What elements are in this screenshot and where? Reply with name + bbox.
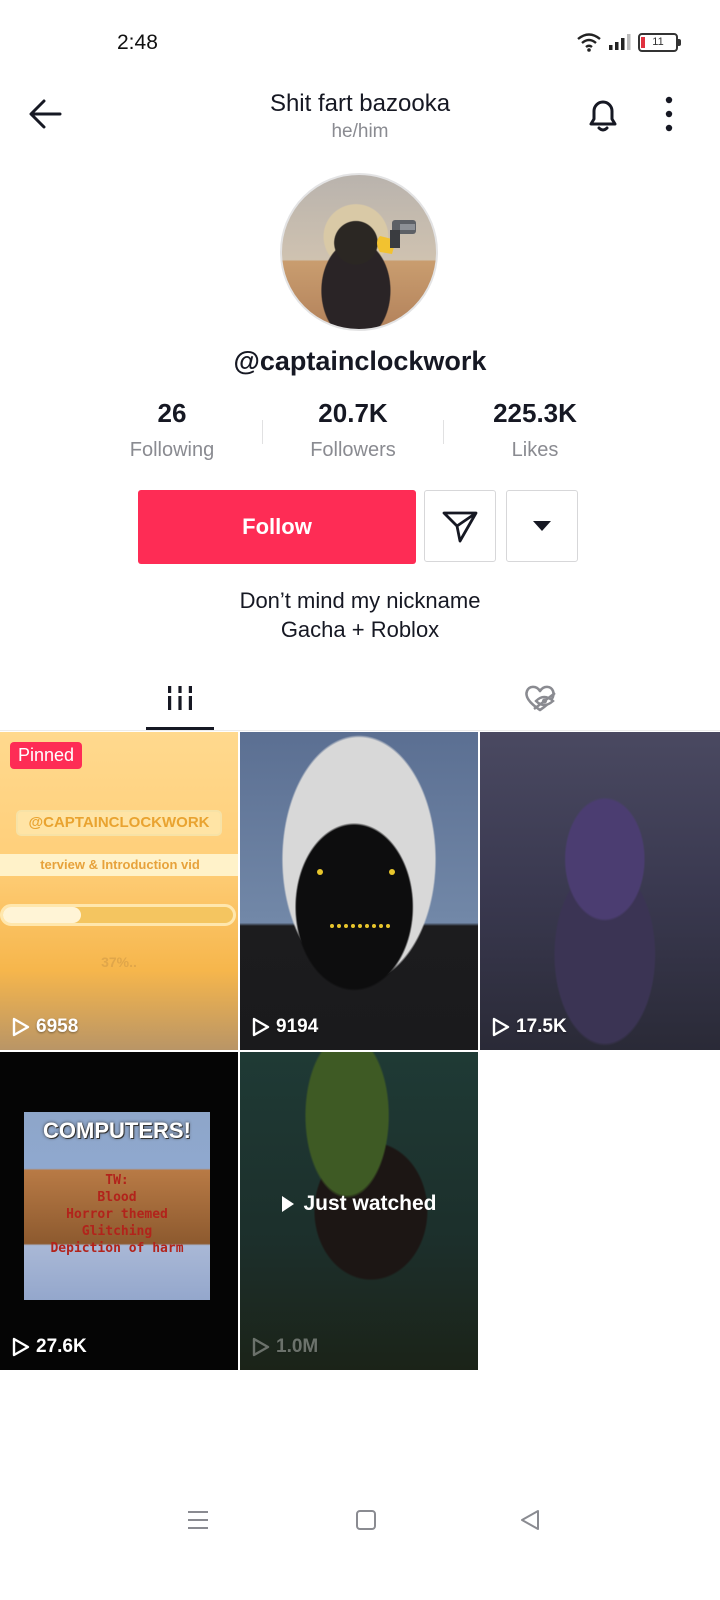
nav-back-button[interactable]: [518, 1508, 542, 1537]
content-warning: TW: Blood Horror themed Glitching Depict…: [24, 1172, 210, 1257]
stat-followers[interactable]: 20.7K Followers: [306, 398, 400, 462]
send-icon: [442, 511, 478, 543]
play-outline-icon: [12, 1337, 30, 1357]
stat-label: Likes: [511, 439, 559, 461]
video-tile[interactable]: @CAPTAINCLOCKWORK terview & Introduction…: [0, 732, 238, 1050]
bio-line: Gacha + Roblox: [280, 617, 440, 642]
more-options-button[interactable]: [657, 94, 681, 134]
bio-line: Don’t mind my nickname: [239, 588, 481, 613]
more-vertical-icon: [665, 96, 673, 132]
username: @captainclockwork: [233, 346, 487, 376]
profile-stats: 26 Following 20.7K Followers 225.3K Like…: [125, 398, 595, 466]
wifi-icon: [577, 33, 601, 52]
content-warning-line: TW:: [105, 1173, 129, 1188]
tabs-divider: [0, 730, 720, 731]
stat-divider: [262, 420, 263, 444]
play-outline-icon: [252, 1337, 270, 1357]
view-count: 9194: [252, 1016, 318, 1038]
bell-icon: [589, 100, 617, 132]
stat-following[interactable]: 26 Following: [125, 398, 219, 462]
just-watched-text: Just watched: [303, 1192, 437, 1215]
stat-value: 225.3K: [493, 398, 577, 428]
play-outline-icon: [492, 1017, 510, 1037]
tab-videos[interactable]: [140, 665, 220, 731]
view-count: 1.0M: [252, 1336, 318, 1358]
gun-sticker-icon: [377, 220, 416, 254]
view-count-value: 1.0M: [276, 1336, 319, 1357]
pinned-badge: Pinned: [10, 742, 83, 769]
content-warning-line: Horror themed: [66, 1207, 168, 1222]
video-tile[interactable]: Just watched 1.0M: [240, 1052, 478, 1370]
play-outline-icon: [12, 1017, 30, 1037]
suggested-accounts-button[interactable]: [506, 490, 578, 562]
status-icons: 11: [576, 32, 681, 52]
stat-label: Followers: [310, 439, 396, 461]
video-overlay-text: @CAPTAINCLOCKWORK: [16, 810, 222, 836]
status-time: 2:48: [117, 31, 158, 54]
video-tile[interactable]: 17.5K: [480, 732, 720, 1050]
video-overlay-text: terview & Introduction vid: [0, 854, 238, 876]
triangle-back-icon: [521, 1510, 539, 1530]
message-button[interactable]: [424, 490, 496, 562]
video-overlay-text: 37%..: [101, 954, 137, 970]
battery-icon: 11: [638, 32, 681, 52]
grid-icon: [168, 686, 192, 710]
signal-icon: [609, 34, 631, 50]
just-watched-label: Just watched: [240, 1192, 478, 1216]
stat-value: 26: [157, 398, 187, 428]
nav-home-button[interactable]: [354, 1508, 378, 1537]
stat-label: Following: [129, 439, 215, 461]
content-warning-line: Blood: [97, 1190, 137, 1205]
content-warning-line: Glitching: [81, 1224, 153, 1239]
caret-down-icon: [533, 521, 551, 531]
video-tile[interactable]: 9194: [240, 732, 478, 1050]
video-tile[interactable]: COMPUTERS! TW: Blood Horror themed Glitc…: [0, 1052, 238, 1370]
hidden-heart-icon: [525, 685, 556, 712]
view-count-value: 6958: [36, 1016, 79, 1037]
view-count-value: 17.5K: [516, 1016, 567, 1037]
bio: Don’t mind my nickname Gacha + Roblox: [0, 586, 720, 644]
content-warning-line: Depiction of harm: [50, 1241, 184, 1256]
video-overlay-progress: [0, 904, 236, 926]
stat-likes[interactable]: 225.3K Likes: [481, 398, 589, 462]
square-icon: [356, 1510, 376, 1530]
view-count: 27.6K: [12, 1336, 87, 1358]
menu-icon: [188, 1511, 208, 1529]
view-count: 6958: [12, 1016, 78, 1038]
view-count-value: 9194: [276, 1016, 319, 1037]
video-thumbnail-card: COMPUTERS! TW: Blood Horror themed Glitc…: [24, 1112, 210, 1300]
view-count: 17.5K: [492, 1016, 567, 1038]
stat-divider: [443, 420, 444, 444]
nav-menu-button[interactable]: [186, 1508, 210, 1537]
view-count-value: 27.6K: [36, 1336, 87, 1357]
video-overlay-text: COMPUTERS!: [43, 1118, 191, 1143]
tab-liked[interactable]: [500, 665, 580, 731]
follow-button[interactable]: Follow: [138, 490, 416, 564]
stat-value: 20.7K: [318, 398, 388, 428]
play-outline-icon: [252, 1017, 270, 1037]
notifications-button[interactable]: [583, 94, 623, 134]
play-icon: [282, 1196, 295, 1212]
character-eyes-icon: [317, 869, 395, 928]
